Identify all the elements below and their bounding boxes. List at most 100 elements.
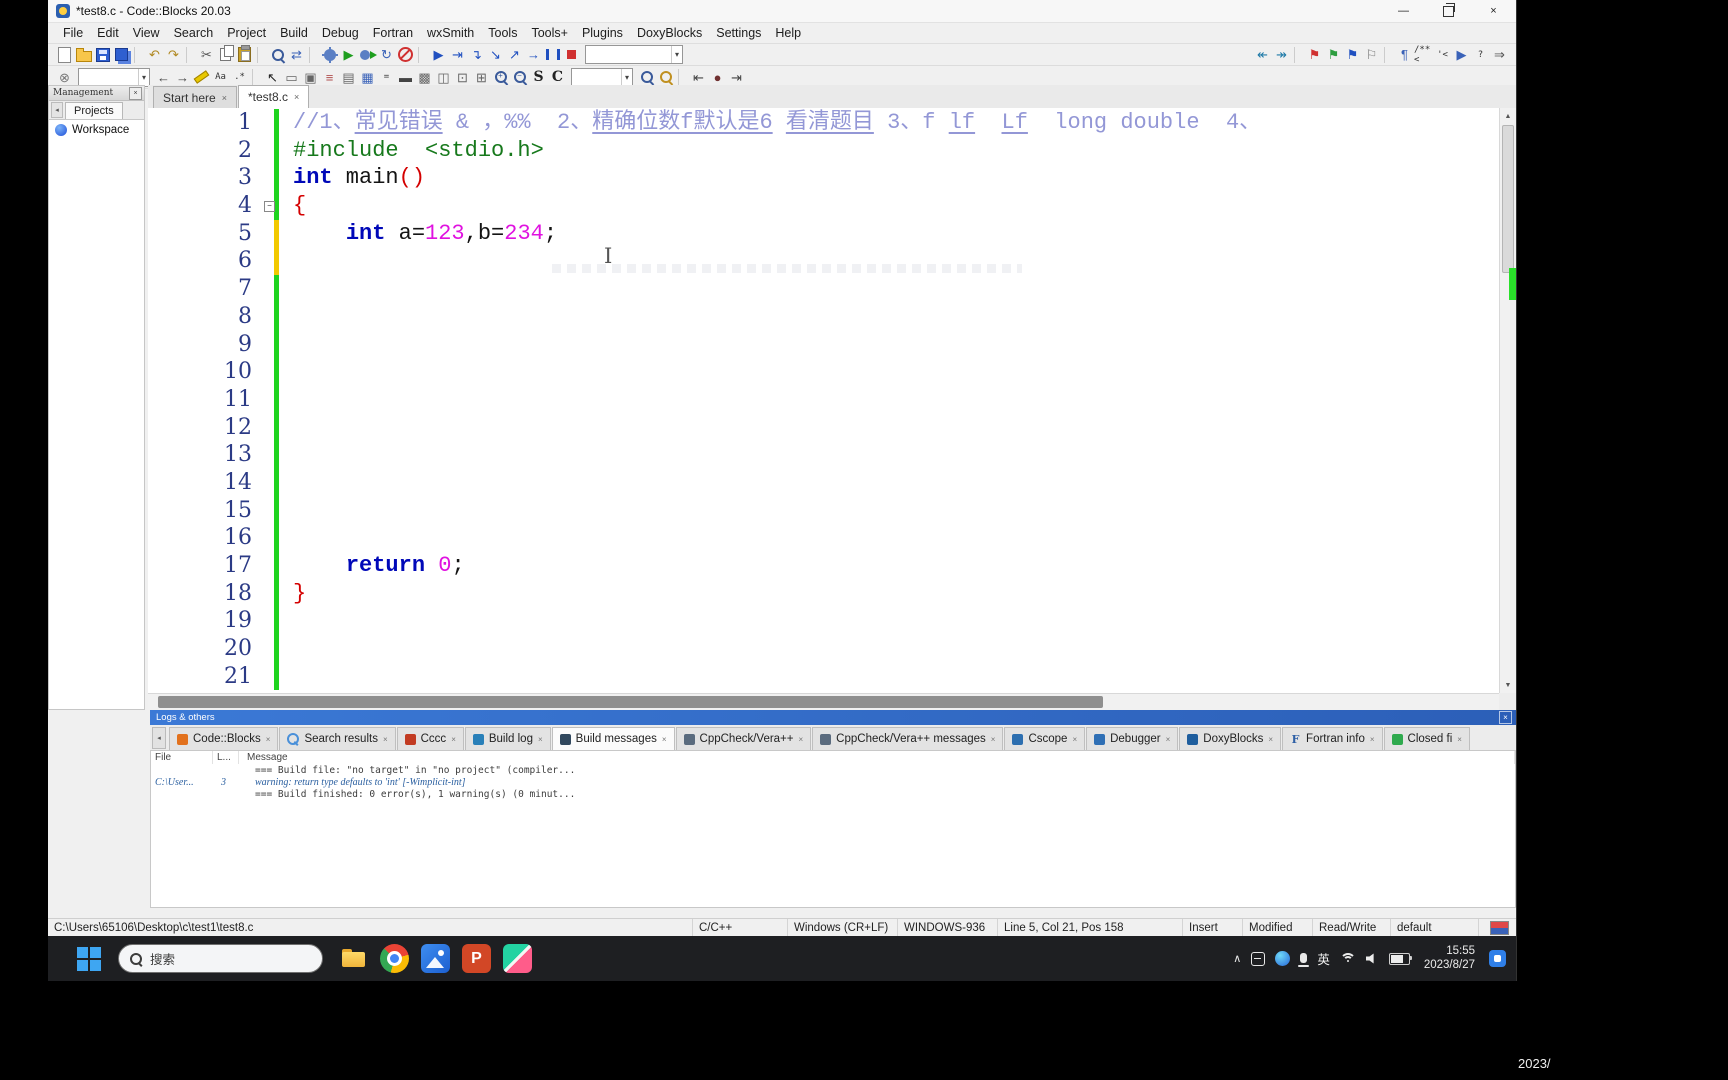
maximize-button[interactable] <box>1426 0 1471 22</box>
save-icon[interactable] <box>93 46 112 64</box>
code-line[interactable] <box>279 358 1499 386</box>
layout-icon-8[interactable]: ▩ <box>415 68 434 86</box>
code-line[interactable] <box>279 275 1499 303</box>
logs-close-icon[interactable]: × <box>1499 711 1512 724</box>
save-all-icon[interactable] <box>112 46 131 64</box>
line-number[interactable]: 12 <box>148 414 264 442</box>
file-explorer-icon[interactable] <box>339 944 368 973</box>
fold-margin[interactable] <box>264 469 274 497</box>
fold-margin[interactable] <box>264 580 274 608</box>
stop-debugger-icon[interactable] <box>562 46 581 64</box>
dropdown-arrow-icon[interactable]: ▾ <box>670 46 682 63</box>
code-line[interactable]: { <box>279 192 1499 220</box>
tab-close-icon[interactable]: × <box>799 735 804 744</box>
fold-margin[interactable] <box>264 552 274 580</box>
search-files-icon[interactable] <box>637 68 656 86</box>
code-line[interactable] <box>279 386 1499 414</box>
tab-close-icon[interactable]: × <box>1370 735 1375 744</box>
build-and-run-icon[interactable] <box>358 46 377 64</box>
line-number[interactable]: 8 <box>148 303 264 331</box>
jump-forward-icon[interactable]: ↠ <box>1272 46 1291 64</box>
logs-tab-cppcheck-vera[interactable]: CppCheck/Vera++ × <box>675 727 812 750</box>
redo-icon[interactable]: ↷ <box>164 46 183 64</box>
fold-margin[interactable] <box>264 607 274 635</box>
code-line[interactable] <box>279 414 1499 442</box>
layout-icon-7[interactable]: ▬ <box>396 68 415 86</box>
doxy-run-icon[interactable]: ▶ <box>1452 46 1471 64</box>
code-editor[interactable]: 1 //1、常见错误 & ，%% 2、精确位数f默认是6 看清题目 3、f lf … <box>148 108 1516 693</box>
menu-project[interactable]: Project <box>220 23 273 43</box>
log-row[interactable]: C:\User... 3 warning: return type defaults… <box>151 776 1515 788</box>
build-icon[interactable] <box>320 46 339 64</box>
paste-icon[interactable] <box>235 45 254 64</box>
code-line[interactable] <box>279 524 1499 552</box>
microphone-icon[interactable] <box>1298 952 1310 967</box>
comments-toggle[interactable]: C <box>548 68 567 86</box>
doxy-inline-comment-icon[interactable]: '< <box>1433 46 1452 64</box>
code-line[interactable]: //1、常见错误 & ，%% 2、精确位数f默认是6 看清题目 3、f lf L… <box>279 109 1499 137</box>
search-project-icon[interactable] <box>656 68 675 86</box>
zoom-in-icon[interactable] <box>491 68 510 86</box>
tab-close-icon[interactable]: × <box>266 735 271 744</box>
next-line-icon[interactable]: ↴ <box>467 46 486 64</box>
tab-close-icon[interactable]: × <box>383 735 388 744</box>
tab-close-icon[interactable]: × <box>662 735 667 744</box>
menu-wxsmith[interactable]: wxSmith <box>420 23 481 43</box>
log-row[interactable]: === Build file: "no target" in "no proje… <box>151 764 1515 776</box>
logs-tab-debugger[interactable]: Debugger × <box>1086 727 1179 750</box>
battery-icon[interactable] <box>1388 952 1412 965</box>
fold-margin[interactable] <box>264 386 274 414</box>
fold-margin[interactable] <box>264 331 274 359</box>
layout-icon-10[interactable]: ⊡ <box>453 68 472 86</box>
fold-margin[interactable] <box>264 635 274 663</box>
match-case-toggle[interactable]: Aa <box>211 68 230 86</box>
wifi-icon[interactable] <box>1339 953 1356 964</box>
fold-margin[interactable] <box>264 414 274 442</box>
fold-marker-icon[interactable]: − <box>264 201 275 213</box>
code-line[interactable] <box>279 607 1499 635</box>
line-number[interactable]: 5 <box>148 220 264 248</box>
fold-margin[interactable]: − <box>264 192 275 220</box>
abort-build-icon[interactable] <box>396 46 415 64</box>
replace-icon[interactable]: ⇄ <box>287 46 306 64</box>
fold-margin[interactable] <box>264 164 274 192</box>
code-line[interactable] <box>279 497 1499 525</box>
taskbar-clock[interactable]: 15:55 2023/8/27 <box>1424 945 1475 972</box>
tab-close-icon[interactable]: × <box>1166 735 1171 744</box>
code-line[interactable] <box>279 441 1499 469</box>
fold-margin[interactable] <box>264 137 274 165</box>
menu-help[interactable]: Help <box>768 23 808 43</box>
prev-bookmark-icon[interactable]: ⚑ <box>1324 46 1343 64</box>
scroll-up-icon[interactable]: ▲ <box>1500 108 1516 124</box>
fold-margin[interactable] <box>264 303 274 331</box>
run-icon[interactable]: ▶ <box>339 46 358 64</box>
undo-icon[interactable]: ↶ <box>145 46 164 64</box>
tab-close-icon[interactable]: × <box>1268 735 1273 744</box>
logs-tab-doxyblocks[interactable]: DoxyBlocks × <box>1179 727 1282 750</box>
menu-debug[interactable]: Debug <box>315 23 366 43</box>
line-number[interactable]: 13 <box>148 441 264 469</box>
logs-tab-cscope[interactable]: Cscope × <box>1004 727 1086 750</box>
management-close-icon[interactable]: × <box>129 86 142 100</box>
fold-margin[interactable] <box>264 524 274 552</box>
dropdown-arrow-icon[interactable]: ▾ <box>620 68 632 86</box>
notification-icon[interactable] <box>1489 950 1506 967</box>
jump-back-icon[interactable]: ↞ <box>1253 46 1272 64</box>
logs-tab-search-results[interactable]: Search results × <box>279 727 396 750</box>
regex-toggle[interactable]: .* <box>230 68 249 86</box>
code-line[interactable]: int a=123,b=234; <box>279 220 1499 248</box>
rebuild-icon[interactable]: ↻ <box>377 46 396 64</box>
scope-combo[interactable]: ▾ <box>571 67 633 87</box>
clear-search-icon[interactable]: ⊗ <box>55 68 74 86</box>
tab-projects[interactable]: Projects <box>65 102 123 119</box>
workspace-tree-item[interactable]: Workspace <box>49 120 144 140</box>
line-number[interactable]: 7 <box>148 275 264 303</box>
logs-tab-closed-fi[interactable]: Closed fi × <box>1383 727 1470 750</box>
nav-first-icon[interactable]: ⇤ <box>689 68 708 86</box>
menu-tools[interactable]: Tools <box>481 23 524 43</box>
code-line[interactable]: } <box>279 580 1499 608</box>
incremental-search-icon[interactable]: ⇒ <box>1490 46 1509 64</box>
toggle-bookmark-icon[interactable]: ⚑ <box>1305 46 1324 64</box>
zoom-out-icon[interactable] <box>510 68 529 86</box>
tab-scroll-left-icon[interactable]: ◂ <box>51 102 63 118</box>
